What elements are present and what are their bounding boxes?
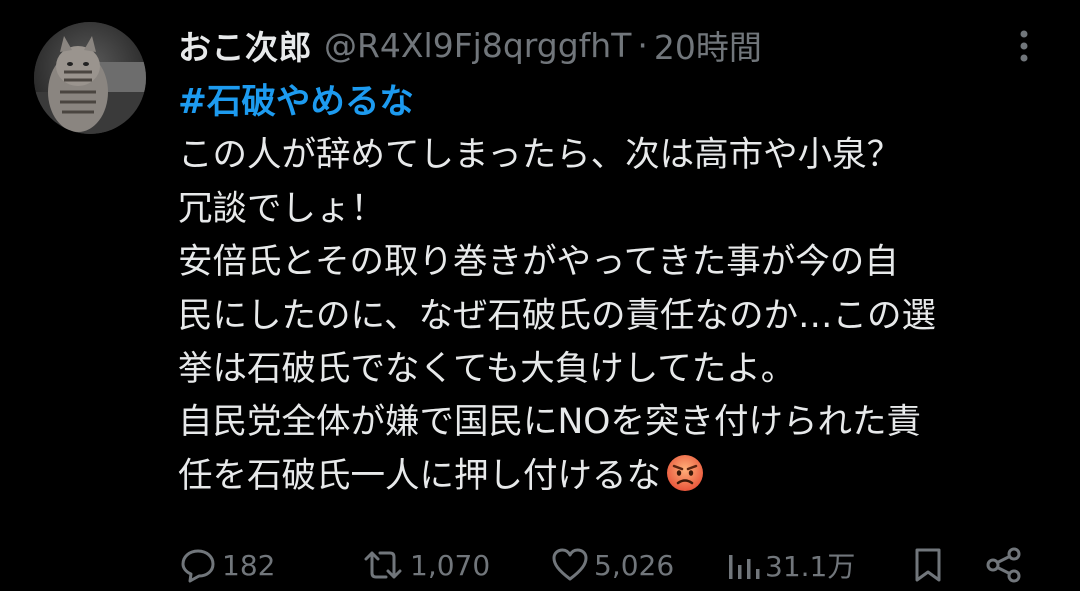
retweet-icon (364, 551, 402, 579)
tweet-line: 安倍氏とその取り巻きがやってきた事が今の自 (178, 242, 899, 283)
display-name[interactable]: おこ次郎 (178, 21, 312, 69)
views-chart-icon (729, 555, 760, 579)
reply-button[interactable]: 182 (178, 540, 275, 590)
views-count: 31.1万 (765, 550, 856, 583)
tweet-actions: 182 1,070 5,026 31.1万 (0, 540, 1080, 590)
reply-icon (181, 549, 215, 583)
timestamp[interactable]: 20時間 (654, 21, 762, 69)
views-button[interactable]: 31.1万 (725, 540, 855, 590)
cat-photo-icon (34, 22, 146, 134)
tweet-line: 挙は石破氏でなくても大負けしてたよ。 (178, 349, 796, 390)
tweet-line: 任を石破氏一人に押し付けるな (178, 455, 661, 496)
angry-face-icon (667, 454, 703, 491)
hashtag-link[interactable]: #石破やめるな (178, 82, 414, 122)
more-options-button[interactable] (1004, 26, 1044, 66)
bookmark-icon (915, 548, 941, 582)
more-vertical-icon (1020, 30, 1028, 62)
heart-icon (552, 548, 588, 581)
tweet[interactable]: おこ次郎 @R4Xl9Fj8qrggfhT · 20時間 #石破やめるな この人… (0, 0, 1080, 591)
reply-count: 182 (222, 548, 276, 582)
tweet-line: 民にしたのに、なぜ石破氏の責任なのか…この選 (178, 295, 936, 336)
share-button[interactable] (984, 540, 1024, 590)
tweet-line: 冗談でしょ！ (178, 188, 385, 229)
user-handle[interactable]: @R4Xl9Fj8qrggfhT (324, 26, 631, 65)
bookmark-button[interactable] (908, 540, 948, 590)
like-button[interactable]: 5,026 (550, 540, 674, 590)
retweet-button[interactable]: 1,070 (360, 540, 490, 590)
tweet-body: #石破やめるな この人が辞めてしまったら、次は高市や小泉？ 冗談でしょ！ 安倍氏… (178, 76, 1058, 503)
tweet-header: おこ次郎 @R4Xl9Fj8qrggfhT · 20時間 (178, 22, 762, 68)
avatar[interactable] (34, 22, 146, 134)
tweet-line: 自民党全体が嫌で国民にNOを突き付けられた責 (178, 402, 921, 443)
tweet-line: この人が辞めてしまったら、次は高市や小泉？ (178, 135, 902, 176)
retweet-count: 1,070 (410, 548, 491, 582)
separator-dot: · (637, 25, 648, 65)
like-count: 5,026 (594, 548, 675, 582)
share-icon (986, 547, 1021, 583)
